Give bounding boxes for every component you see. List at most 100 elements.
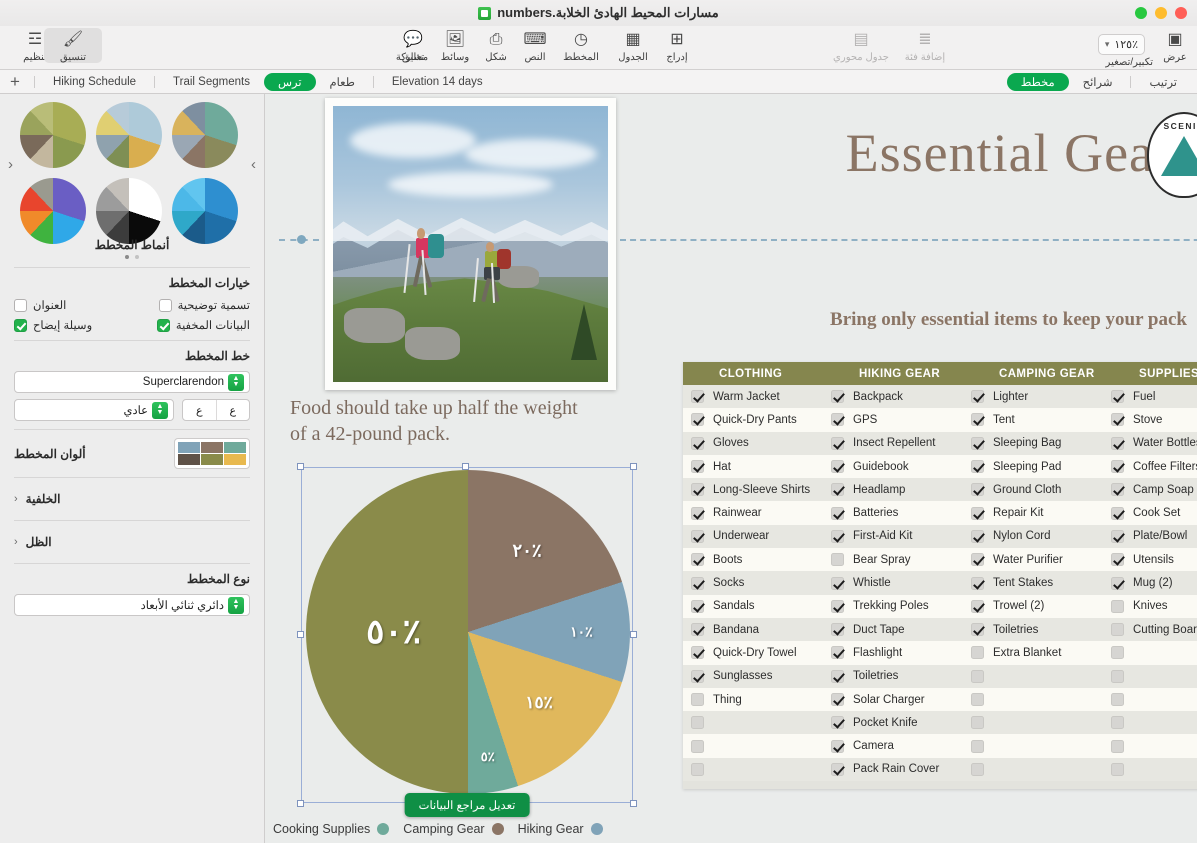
gear-cell-c3-r9[interactable]: Tent Stakes bbox=[963, 571, 1103, 594]
chevron-left-icon[interactable]: ‹ bbox=[14, 493, 18, 505]
gear-checkbox[interactable] bbox=[691, 739, 704, 753]
table-row[interactable]: Camera bbox=[683, 734, 1197, 758]
gear-checkbox[interactable] bbox=[1111, 646, 1124, 660]
gear-cell-c2-r2[interactable]: GPS bbox=[823, 408, 963, 431]
toolbar-view-button[interactable]: ▣ عرض bbox=[1146, 29, 1197, 64]
gear-cell-c1-r6[interactable]: Rainwear bbox=[683, 501, 823, 524]
gear-checkbox[interactable] bbox=[691, 483, 704, 497]
gear-cell-c4-r10[interactable]: Knives bbox=[1103, 595, 1197, 618]
table-row[interactable]: Pocket Knife bbox=[683, 711, 1197, 735]
gear-cell-c2-r15[interactable]: Pocket Knife bbox=[823, 711, 963, 734]
gear-checkbox[interactable] bbox=[971, 413, 984, 427]
table-row[interactable]: Thing Solar Charger bbox=[683, 687, 1197, 712]
gear-cell-c3-r4[interactable]: Sleeping Pad bbox=[963, 455, 1103, 478]
gear-checkbox[interactable] bbox=[831, 693, 844, 706]
gear-cell-c4-r17[interactable] bbox=[1103, 758, 1197, 781]
gear-cell-c3-r13[interactable] bbox=[963, 665, 1103, 688]
gear-checkbox[interactable] bbox=[971, 436, 984, 450]
font-size-small[interactable]: ع bbox=[183, 400, 217, 420]
gear-checkbox[interactable] bbox=[691, 716, 704, 730]
gear-checkbox[interactable] bbox=[1111, 576, 1124, 590]
table-row[interactable]: Bandana Duct Tape Toiletries Cutting Board bbox=[683, 617, 1197, 642]
sheet-tab-hiking-schedule[interactable]: Hiking Schedule bbox=[39, 74, 150, 90]
chart-style-thumb-1[interactable] bbox=[172, 102, 238, 168]
resize-handle-bl[interactable] bbox=[297, 800, 304, 807]
gear-checkbox[interactable] bbox=[971, 716, 984, 730]
gear-checkbox[interactable] bbox=[1111, 483, 1124, 497]
resize-handle-ml[interactable] bbox=[297, 631, 304, 638]
page-dot-2[interactable] bbox=[125, 255, 129, 259]
gear-checkbox[interactable] bbox=[1111, 599, 1124, 613]
gear-cell-c2-r16[interactable]: Camera bbox=[823, 734, 963, 757]
minimize-window-button[interactable] bbox=[1155, 7, 1167, 19]
checkbox-caption[interactable]: تسمية توضيحية bbox=[158, 298, 250, 312]
gear-cell-c3-r17[interactable] bbox=[963, 758, 1103, 781]
gear-checkbox[interactable] bbox=[691, 576, 704, 590]
gear-checkbox[interactable] bbox=[691, 460, 704, 474]
sheet-tab-elevation-14-days[interactable]: Elevation 14 days bbox=[378, 74, 497, 90]
checkbox-legend[interactable]: وسيلة إيضاح bbox=[14, 318, 92, 332]
gear-checkbox[interactable] bbox=[831, 646, 844, 660]
table-row[interactable]: Rainwear Batteries Repair Kit Cook Set bbox=[683, 501, 1197, 525]
gear-checkbox[interactable] bbox=[691, 669, 704, 683]
checkbox-title-box[interactable] bbox=[14, 298, 27, 312]
gear-checkbox[interactable] bbox=[1111, 506, 1124, 520]
food-note-text[interactable]: Food should take up half the weight of a… bbox=[290, 395, 590, 447]
page-subtitle[interactable]: Bring only essential items to keep your … bbox=[830, 309, 1187, 331]
stepper-icon[interactable]: ▲ ▼ bbox=[228, 373, 244, 391]
table-row[interactable]: Boots Bear Spray Water Purifier Utensils bbox=[683, 548, 1197, 572]
gear-checkbox[interactable] bbox=[831, 623, 844, 637]
chart-style-thumb-6[interactable] bbox=[20, 178, 86, 244]
gear-cell-c4-r5[interactable]: Camp Soap bbox=[1103, 478, 1197, 501]
gear-cell-c1-r7[interactable]: Underwear bbox=[683, 525, 823, 548]
gear-checkbox[interactable] bbox=[1111, 460, 1124, 474]
close-window-button[interactable] bbox=[1175, 7, 1187, 19]
legend-item-3[interactable]: Cooking Supplies bbox=[273, 822, 390, 836]
pie-chart-object[interactable]: ٪٥٠ ٪٢٠ ٪١٠ ٪١٥ ٪٥ تعديل مراجع البيانات bbox=[297, 463, 637, 817]
zoom-control[interactable]: ▾ ٪١٢٥ bbox=[1097, 34, 1145, 55]
gear-checkbox[interactable] bbox=[691, 693, 704, 706]
sheet-tab-taam[interactable]: طعام bbox=[316, 73, 369, 91]
gear-cell-c1-r11[interactable]: Bandana bbox=[683, 618, 823, 641]
add-sheet-button[interactable]: + bbox=[0, 73, 30, 90]
styles-prev-icon[interactable]: ‹ bbox=[8, 156, 13, 173]
gear-checkbox[interactable] bbox=[831, 506, 844, 520]
legend-item-1[interactable]: Hiking Gear bbox=[518, 822, 603, 836]
hiking-photo[interactable] bbox=[325, 98, 616, 390]
stepper-icon-3[interactable]: ▲ ▼ bbox=[228, 596, 244, 614]
chart-style-thumbnails[interactable] bbox=[20, 102, 238, 244]
legend-item-2[interactable]: Camping Gear bbox=[403, 822, 504, 836]
gear-cell-c4-r11[interactable]: Cutting Board bbox=[1103, 618, 1197, 641]
gear-cell-c3-r6[interactable]: Repair Kit bbox=[963, 501, 1103, 524]
gear-cell-c2-r10[interactable]: Trekking Poles bbox=[823, 595, 963, 618]
gear-checkbox[interactable] bbox=[971, 739, 984, 753]
chart-style-thumb-3[interactable] bbox=[20, 102, 86, 168]
chart-style-thumb-5[interactable] bbox=[96, 178, 162, 244]
chart-colors-swatch[interactable] bbox=[174, 438, 250, 469]
gear-checkbox[interactable] bbox=[1111, 390, 1124, 404]
toolbar-insert-button[interactable]: ⊞ إدراج bbox=[648, 29, 706, 64]
zoom-window-button[interactable] bbox=[1135, 7, 1147, 19]
resize-handle-br[interactable] bbox=[630, 800, 637, 807]
table-row[interactable]: Quick-Dry Pants GPS Tent Stove bbox=[683, 408, 1197, 432]
resize-handle-tc[interactable] bbox=[462, 463, 469, 470]
gear-checkbox[interactable] bbox=[831, 716, 844, 730]
gear-checkbox[interactable] bbox=[831, 599, 844, 613]
gear-checkbox[interactable] bbox=[1111, 693, 1124, 706]
toolbar-format-button[interactable]: 🖌 تنسيق bbox=[44, 28, 102, 63]
gear-cell-c2-r3[interactable]: Insect Repellent bbox=[823, 432, 963, 455]
gear-checkbox[interactable] bbox=[831, 762, 844, 776]
gear-cell-c3-r11[interactable]: Toiletries bbox=[963, 618, 1103, 641]
gear-cell-c3-r1[interactable]: Lighter bbox=[963, 385, 1103, 408]
gear-cell-c4-r3[interactable]: Water Bottles bbox=[1103, 432, 1197, 455]
chart-legend[interactable]: Hiking Gear Camping Gear Cooking Supplies bbox=[273, 822, 603, 836]
gear-cell-c3-r15[interactable] bbox=[963, 711, 1103, 734]
gear-checkbox[interactable] bbox=[691, 646, 704, 660]
gear-checkbox[interactable] bbox=[691, 599, 704, 613]
gear-checkbox[interactable] bbox=[831, 483, 844, 497]
gear-cell-c4-r6[interactable]: Cook Set bbox=[1103, 501, 1197, 524]
gear-cell-c4-r14[interactable] bbox=[1103, 688, 1197, 711]
font-size-large[interactable]: ع bbox=[217, 400, 250, 420]
window-controls[interactable] bbox=[1135, 7, 1187, 19]
chart-style-thumb-2[interactable] bbox=[96, 102, 162, 168]
